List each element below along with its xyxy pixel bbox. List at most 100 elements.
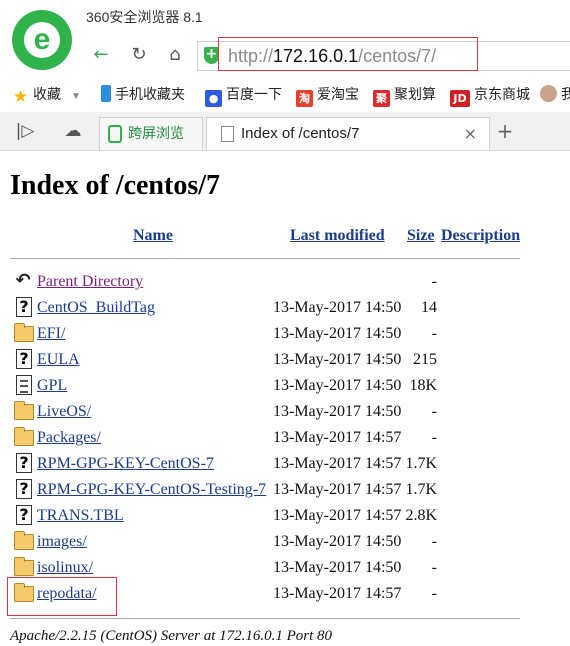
url-highlight-box [218, 37, 478, 71]
unknown-file-icon [16, 297, 32, 317]
table-row: Packages/13-May-2017 14:57 - [0, 425, 570, 451]
bookmark-label: 聚划算 [394, 86, 436, 102]
file-link[interactable]: EFI/ [37, 324, 65, 344]
sidebar-toggle-icon[interactable]: |▷ [14, 120, 36, 142]
file-link[interactable]: Parent Directory [37, 272, 143, 292]
table-row: EFI/13-May-2017 14:50 - [0, 321, 570, 347]
last-modified: 13-May-2017 14:57 [273, 507, 402, 524]
star-icon: ★ [12, 87, 29, 107]
table-row: GPL 13-May-2017 14:50 18K [0, 373, 570, 399]
column-header-last-modified[interactable]: Last modified [290, 226, 385, 246]
table-row: ↶ Parent Directory - [0, 269, 570, 295]
file-link[interactable]: isolinux/ [37, 558, 93, 578]
folder-icon [14, 427, 34, 446]
file-size: - [431, 273, 437, 290]
table-row: EULA 13-May-2017 14:50 215 [0, 347, 570, 373]
reload-icon[interactable]: ↻ [128, 44, 150, 66]
home-icon[interactable]: ⌂ [164, 44, 186, 66]
bookmark-label: 百度一下 [226, 86, 282, 102]
cloud-icon[interactable]: ☁ [62, 120, 84, 142]
cross-screen-icon [108, 125, 122, 143]
bookmark-taobao[interactable]: 淘爱淘宝 [296, 80, 359, 108]
table-row: images/13-May-2017 14:50 - [0, 529, 570, 555]
tab-bar: |▷ ☁ 跨屏浏览 Index of /centos/7 × + [0, 112, 570, 151]
file-size: 1.7K [405, 481, 437, 498]
logo-letter: e [33, 23, 51, 56]
close-icon[interactable]: × [464, 118, 477, 149]
bookmark-baidu[interactable]: ● 百度一下 [205, 80, 282, 108]
last-modified: 13-May-2017 14:50 [273, 299, 402, 316]
text-file-icon [16, 375, 32, 395]
tab-label: 跨屏浏览 [128, 125, 184, 141]
last-modified: 13-May-2017 14:57 [273, 429, 402, 446]
avatar-icon [540, 85, 557, 102]
last-modified: 13-May-2017 14:50 [273, 403, 402, 420]
page-content: Index of /centos/7 Name Last modified Si… [0, 151, 570, 646]
file-link[interactable]: EULA [37, 350, 80, 370]
page-title: Index of /centos/7 [10, 170, 220, 201]
row-highlight-box [7, 577, 117, 616]
last-modified: 13-May-2017 14:50 [273, 533, 402, 550]
file-link[interactable]: TRANS.TBL [37, 506, 124, 526]
last-modified: 13-May-2017 14:50 [273, 559, 402, 576]
app-title: 360安全浏览器 8.1 [86, 9, 203, 25]
bookmark-profile[interactable]: 我 [540, 80, 570, 108]
column-header-size[interactable]: Size [407, 226, 435, 246]
last-modified: 13-May-2017 14:57 [273, 481, 402, 498]
tab-label: Index of /centos/7 [241, 125, 360, 142]
parent-directory-icon: ↶ [15, 270, 31, 291]
file-link[interactable]: Packages/ [37, 428, 101, 448]
last-modified: 13-May-2017 14:50 [273, 351, 402, 368]
unknown-file-icon [16, 505, 32, 525]
bookmark-jd[interactable]: JD 京东商城 [450, 80, 530, 108]
jd-icon: JD [450, 90, 470, 107]
file-size: 1.7K [405, 455, 437, 472]
file-size: - [431, 403, 437, 420]
baidu-paw-icon: ● [205, 90, 222, 107]
security-shield-icon [204, 46, 219, 64]
file-size: 2.8K [405, 507, 437, 524]
tab-cross-screen[interactable]: 跨屏浏览 [99, 117, 203, 150]
file-size: 215 [413, 351, 437, 368]
unknown-file-icon [16, 349, 32, 369]
bookmark-juhuasuan[interactable]: 聚聚划算 [373, 80, 436, 108]
file-link[interactable]: CentOS_BuildTag [37, 298, 155, 318]
last-modified: 13-May-2017 14:57 [273, 585, 402, 602]
file-link[interactable]: images/ [37, 532, 87, 552]
table-row: CentOS_BuildTag 13-May-2017 14:50 14 [0, 295, 570, 321]
bookmark-favorites[interactable]: ★ 收藏 ▼ [12, 80, 81, 111]
column-header-description[interactable]: Description [441, 226, 520, 246]
chevron-down-icon[interactable]: ▼ [71, 91, 81, 102]
back-arrow-icon[interactable]: ← [90, 44, 112, 66]
table-row: TRANS.TBL 13-May-2017 14:572.8K [0, 503, 570, 529]
file-size: - [431, 325, 437, 342]
file-size: - [431, 559, 437, 576]
file-size: - [431, 429, 437, 446]
folder-icon [14, 323, 34, 342]
unknown-file-icon [16, 479, 32, 499]
bookmark-label: 爱淘宝 [317, 86, 359, 102]
tab-index-centos[interactable]: Index of /centos/7 × [206, 117, 490, 150]
bookmarks-bar: ★ 收藏 ▼ 手机收藏夹 ● 百度一下 淘爱淘宝 聚聚划算 JD 京东商城 我 [0, 80, 570, 108]
table-row: RPM-GPG-KEY-CentOS-Testing-7 13-May-2017 … [0, 477, 570, 503]
last-modified: 13-May-2017 14:57 [273, 455, 402, 472]
file-link[interactable]: RPM-GPG-KEY-CentOS-Testing-7 [37, 480, 266, 500]
column-header-name[interactable]: Name [133, 226, 173, 246]
taobao-icon: 淘 [296, 90, 313, 107]
new-tab-button[interactable]: + [494, 120, 516, 142]
file-link[interactable]: GPL [37, 376, 67, 396]
file-link[interactable]: LiveOS/ [37, 402, 91, 422]
address-bar[interactable]: http://172.16.0.1/centos/7/ [197, 37, 570, 71]
folder-icon [14, 531, 34, 550]
phone-icon [101, 85, 111, 102]
file-link[interactable]: RPM-GPG-KEY-CentOS-7 [37, 454, 214, 474]
bookmark-mobile[interactable]: 手机收藏夹 [101, 80, 185, 108]
last-modified: 13-May-2017 14:50 [273, 325, 402, 342]
folder-icon [14, 557, 34, 576]
folder-icon [14, 401, 34, 420]
table-row: RPM-GPG-KEY-CentOS-7 13-May-2017 14:571.7… [0, 451, 570, 477]
last-modified: 13-May-2017 14:50 [273, 377, 402, 394]
server-signature: Apache/2.2.15 (CentOS) Server at 172.16.… [10, 628, 333, 644]
document-icon [221, 126, 234, 142]
file-size: - [431, 585, 437, 602]
